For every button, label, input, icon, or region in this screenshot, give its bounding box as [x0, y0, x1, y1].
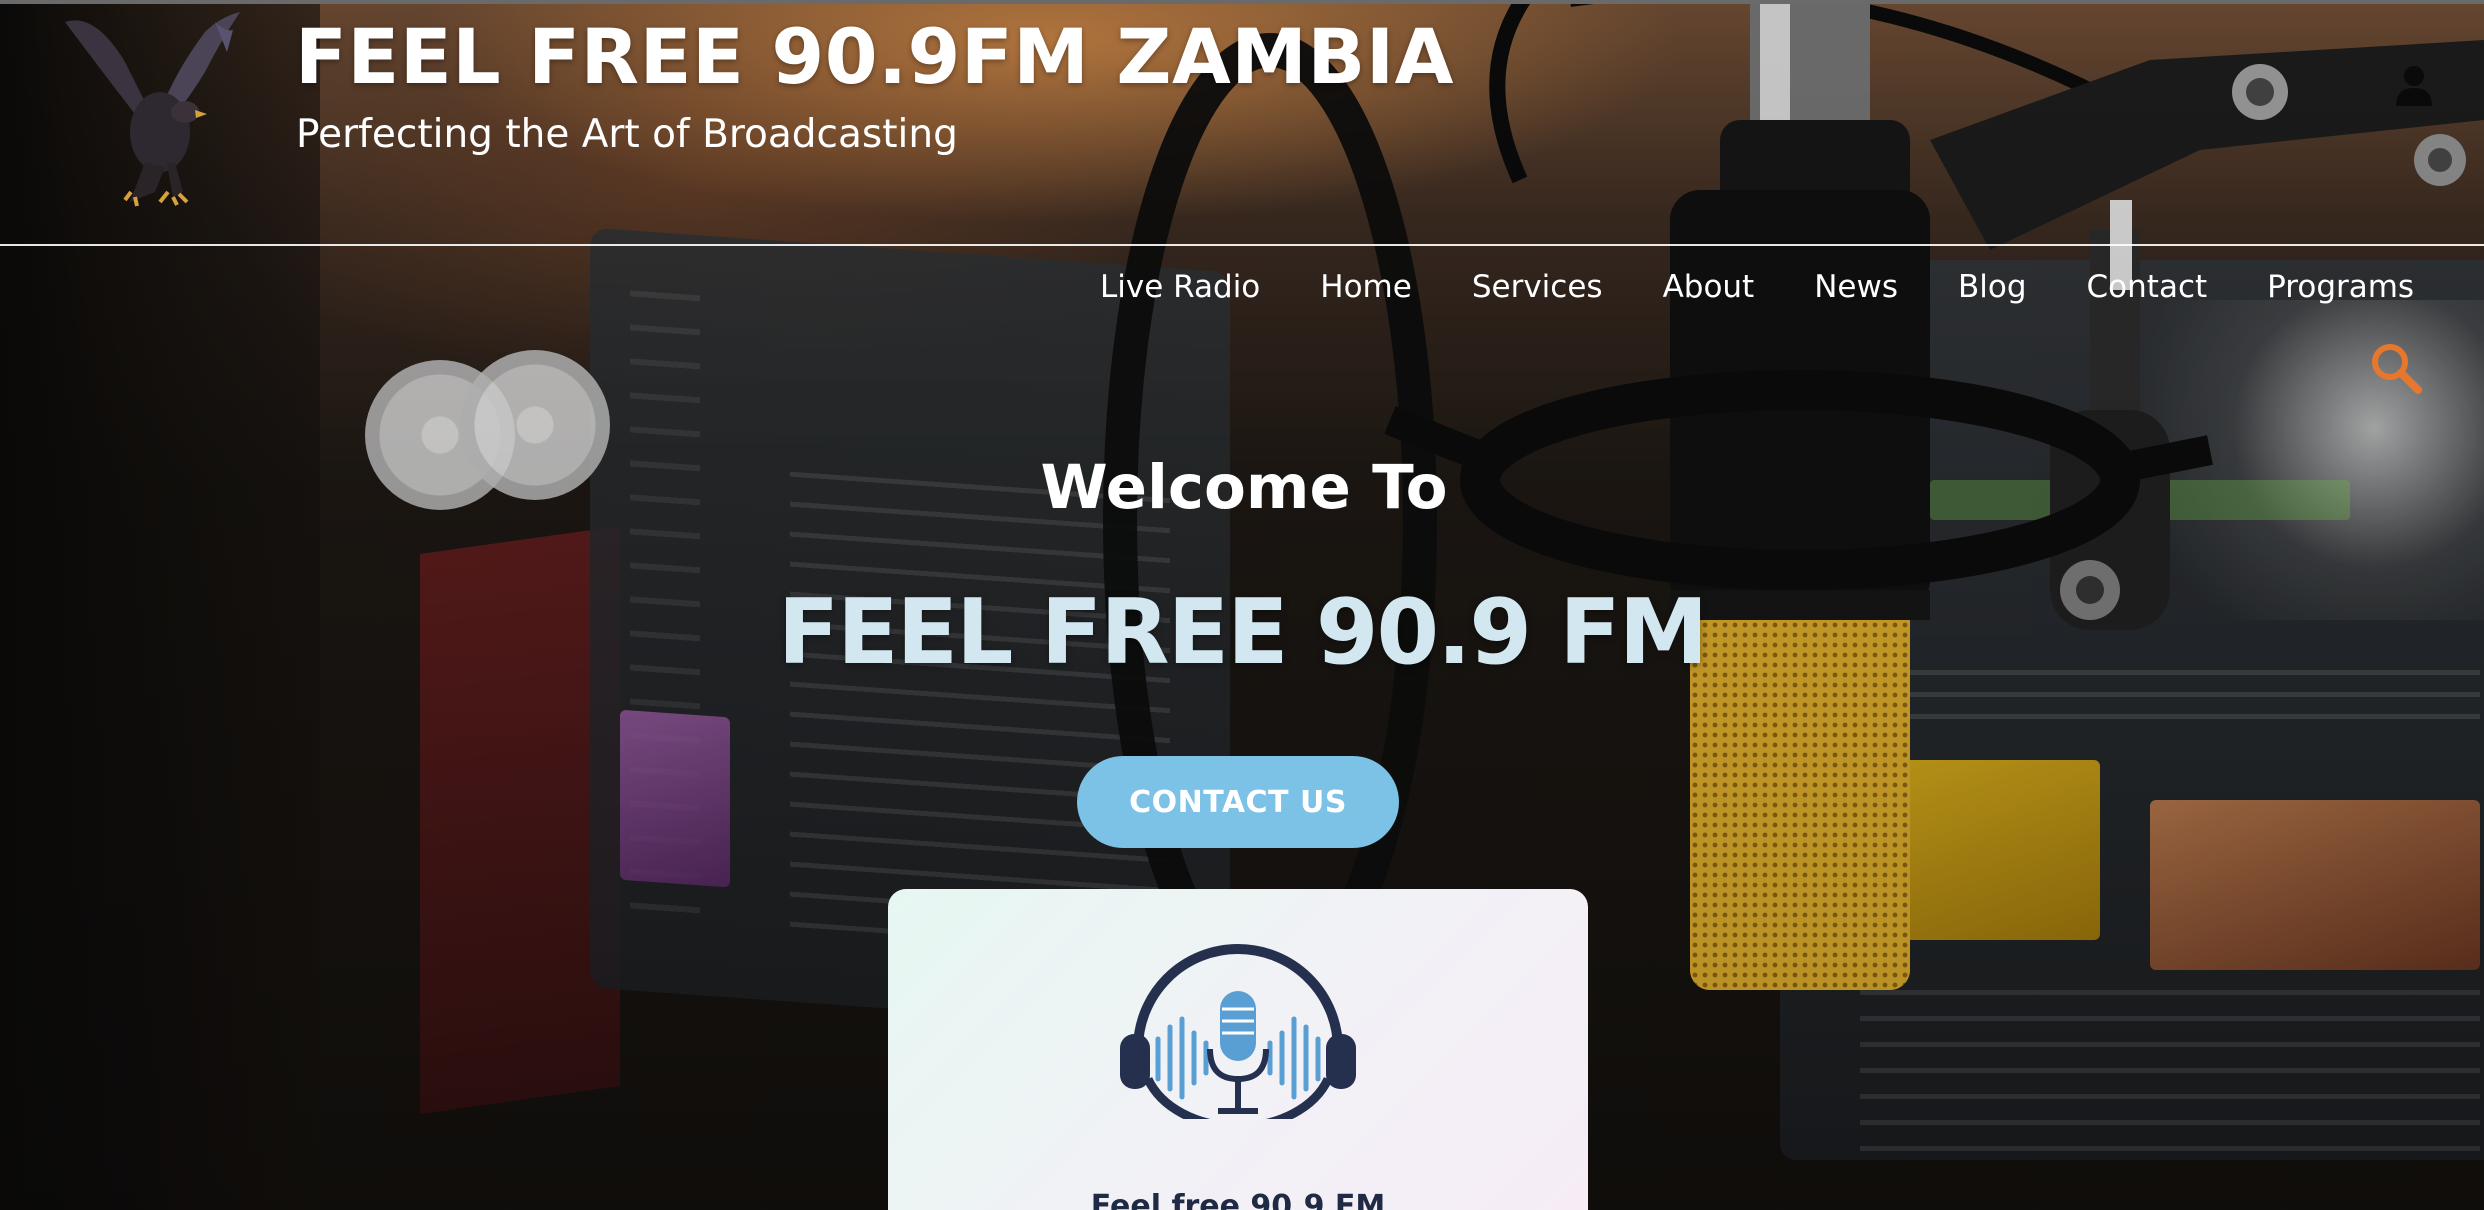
page: FEEL FREE 90.9FM ZAMBIA Perfecting the A… [0, 0, 2484, 1210]
station-card[interactable]: Feel free 90.9 FM [888, 889, 1588, 1210]
nav-item-blog[interactable]: Blog [1958, 269, 2027, 305]
user-icon[interactable] [2392, 64, 2436, 108]
header-divider [0, 244, 2484, 246]
hero-brand-heading: FEEL FREE 90.9 FM [777, 580, 1709, 685]
nav-item-live-radio[interactable]: Live Radio [1100, 269, 1260, 305]
nav-item-about[interactable]: About [1663, 269, 1755, 305]
site-title[interactable]: FEEL FREE 90.9FM ZAMBIA [295, 12, 1454, 101]
eagle-logo[interactable] [55, 2, 245, 207]
card-caption: Feel free 90.9 FM [1090, 1189, 1386, 1210]
contact-us-button[interactable]: CONTACT US [1077, 756, 1399, 848]
nav-item-home[interactable]: Home [1320, 269, 1412, 305]
main-nav: Live Radio Home Services About News Blog… [1100, 255, 2414, 319]
site-tagline: Perfecting the Art of Broadcasting [296, 112, 958, 157]
nav-item-programs[interactable]: Programs [2267, 269, 2414, 305]
nav-item-contact[interactable]: Contact [2087, 269, 2208, 305]
nav-item-services[interactable]: Services [1472, 269, 1603, 305]
search-icon[interactable] [2368, 340, 2424, 396]
microphone-headphones-logo [1120, 944, 1356, 1119]
hero-welcome-heading: Welcome To [1040, 452, 1448, 523]
nav-item-news[interactable]: News [1814, 269, 1898, 305]
browser-top-edge [0, 0, 2484, 4]
